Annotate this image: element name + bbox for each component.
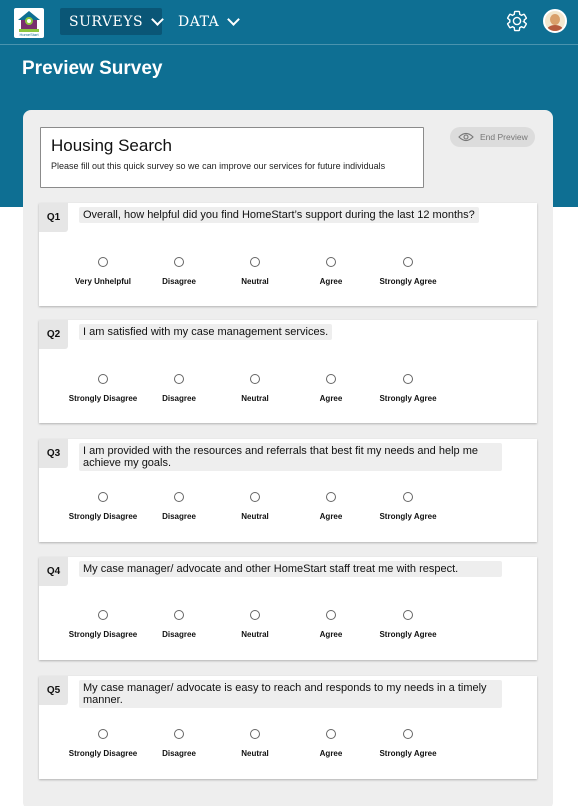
answer-label: Strongly Agree — [379, 749, 437, 758]
radio-button[interactable] — [403, 729, 413, 739]
end-preview-label: End Preview — [480, 132, 528, 142]
question-number: Q1 — [39, 203, 68, 232]
question-number: Q3 — [39, 439, 68, 468]
answer-label: Strongly Agree — [379, 512, 437, 521]
radio-button[interactable] — [403, 257, 413, 267]
question-card-q2: Q2 I am satisfied with my case managemen… — [39, 320, 537, 423]
nav-data-label: DATA — [178, 13, 220, 30]
radio-button[interactable] — [98, 610, 108, 620]
question-number: Q4 — [39, 557, 68, 586]
gear-icon[interactable] — [505, 9, 529, 33]
question-card-q4: Q4 My case manager/ advocate and other H… — [39, 557, 537, 660]
radio-button[interactable] — [174, 610, 184, 620]
radio-button[interactable] — [326, 257, 336, 267]
radio-button[interactable] — [250, 610, 260, 620]
chevron-down-icon — [151, 12, 164, 26]
radio-button[interactable] — [403, 610, 413, 620]
chevron-down-icon — [227, 12, 241, 26]
answer-label: Strongly Agree — [379, 630, 437, 639]
logo-figure — [25, 17, 33, 25]
radio-button[interactable] — [98, 374, 108, 384]
answer-label: Strongly Agree — [379, 277, 437, 286]
avatar-shirt — [547, 25, 563, 31]
survey-title: Housing Search — [51, 136, 172, 155]
question-number: Q2 — [39, 320, 68, 349]
question-number: Q5 — [39, 676, 68, 705]
question-text: Overall, how helpful did you find HomeSt… — [79, 207, 479, 223]
radio-button[interactable] — [403, 492, 413, 502]
radio-button[interactable] — [250, 492, 260, 502]
top-navigation: HomeStart SURVEYS DATA — [0, 0, 578, 44]
answer-option: Strongly Agree — [358, 257, 458, 286]
question-text: I am satisfied with my case management s… — [79, 324, 333, 340]
question-text: I am provided with the resources and ref… — [79, 443, 502, 471]
survey-header-box: Housing Search Please fill out this quic… — [40, 127, 424, 188]
avatar-face — [550, 14, 560, 25]
radio-button[interactable] — [250, 729, 260, 739]
radio-button[interactable] — [250, 374, 260, 384]
radio-button[interactable] — [326, 492, 336, 502]
answer-label: Strongly Agree — [379, 394, 437, 403]
question-text: My case manager/ advocate and other Home… — [79, 561, 502, 577]
answer-option: Strongly Agree — [358, 374, 458, 403]
radio-button[interactable] — [326, 729, 336, 739]
question-card-q1: Q1 Overall, how helpful did you find Hom… — [39, 203, 537, 306]
radio-button[interactable] — [98, 729, 108, 739]
radio-button[interactable] — [250, 257, 260, 267]
page-title: Preview Survey — [22, 58, 163, 79]
homestart-logo[interactable]: HomeStart — [14, 8, 44, 38]
end-preview-button[interactable]: End Preview — [450, 127, 535, 147]
avatar[interactable] — [543, 9, 567, 33]
radio-button[interactable] — [98, 257, 108, 267]
answer-option: Strongly Agree — [358, 610, 458, 639]
answer-option: Strongly Agree — [358, 729, 458, 758]
question-text: My case manager/ advocate is easy to rea… — [79, 680, 502, 708]
radio-button[interactable] — [326, 610, 336, 620]
eye-icon — [458, 132, 474, 142]
radio-button[interactable] — [174, 257, 184, 267]
nav-surveys-label: SURVEYS — [69, 13, 144, 30]
survey-description: Please fill out this quick survey so we … — [51, 161, 386, 171]
nav-surveys-menu[interactable]: SURVEYS — [60, 8, 164, 35]
question-card-q3: Q3 I am provided with the resources and … — [39, 439, 537, 542]
radio-button[interactable] — [174, 374, 184, 384]
radio-button[interactable] — [98, 492, 108, 502]
radio-button[interactable] — [326, 374, 336, 384]
radio-button[interactable] — [174, 492, 184, 502]
answer-option: Strongly Agree — [358, 492, 458, 521]
radio-button[interactable] — [174, 729, 184, 739]
nav-data-menu[interactable]: DATA — [172, 8, 241, 35]
radio-button[interactable] — [403, 374, 413, 384]
logo-text: HomeStart — [19, 32, 39, 37]
nav-divider — [0, 44, 578, 45]
question-card-q5: Q5 My case manager/ advocate is easy to … — [39, 676, 537, 779]
